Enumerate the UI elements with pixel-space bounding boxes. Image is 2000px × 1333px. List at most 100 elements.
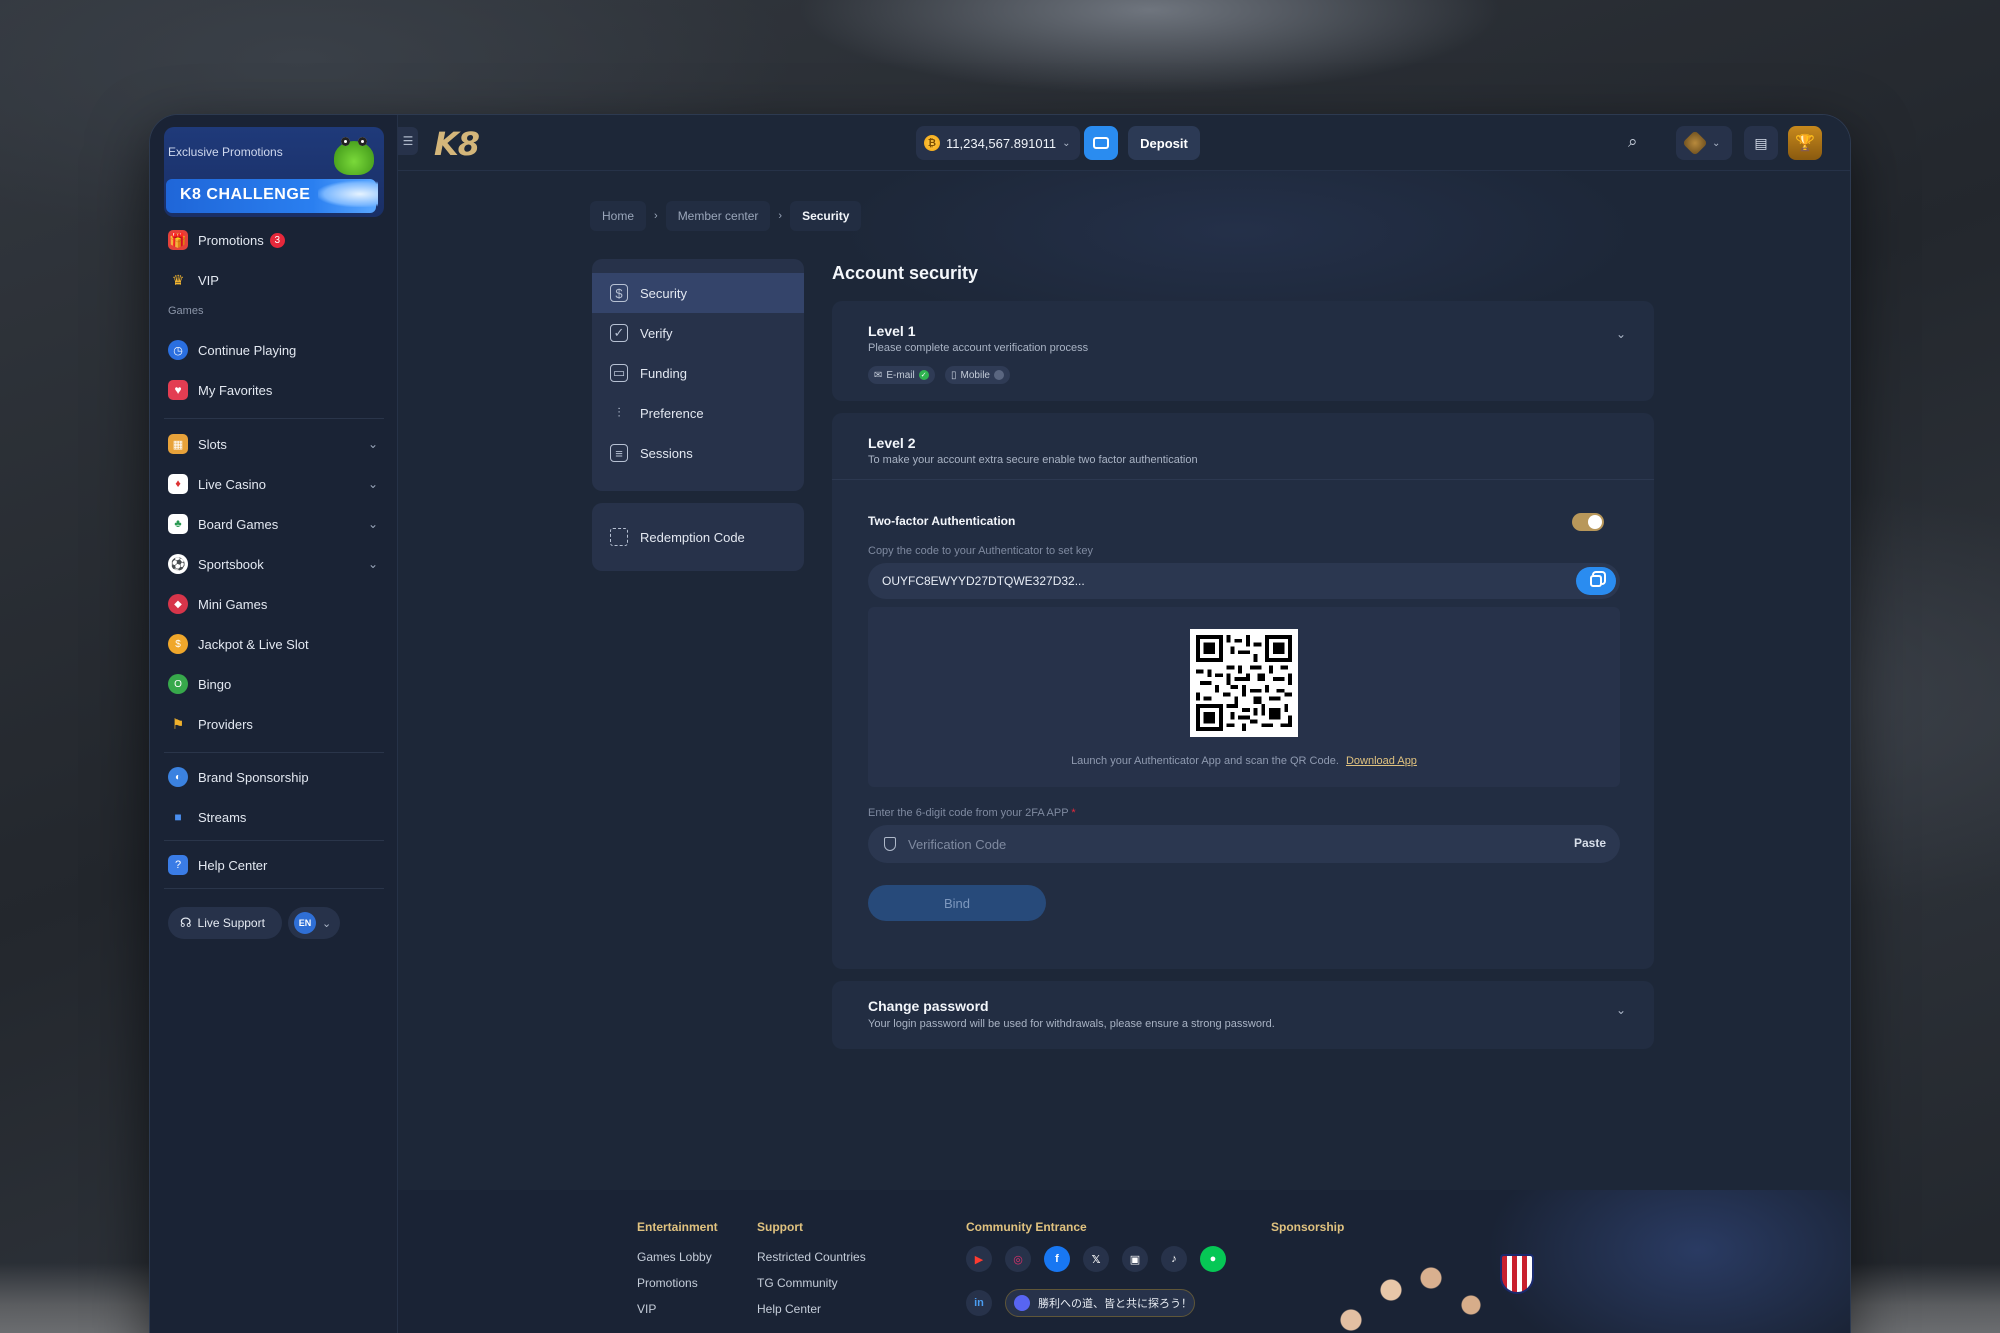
change-password-card[interactable]: Change password Your login password will… <box>832 981 1654 1049</box>
footer-entertainment-title: Entertainment <box>637 1220 718 1234</box>
menu-item-security[interactable]: $ Security <box>592 273 804 313</box>
discord-button[interactable]: 勝利への道、皆と共に探ろう！ <box>1005 1289 1195 1317</box>
sidebar-item-providers[interactable]: ⚑ Providers <box>164 707 384 741</box>
sidebar-item-my-favorites[interactable]: ♥ My Favorites <box>164 373 384 407</box>
chevron-down-icon: ⌄ <box>322 917 332 930</box>
menu-item-preference[interactable]: ⫶ Preference <box>592 393 804 433</box>
language-selector[interactable]: EN ⌄ <box>288 907 340 939</box>
facebook-icon[interactable]: f <box>1044 1246 1070 1272</box>
linkedin-icon[interactable]: in <box>966 1290 992 1316</box>
breadcrumb-member-center[interactable]: Member center <box>665 201 771 231</box>
sidebar-item-label: Jackpot & Live Slot <box>198 636 309 652</box>
secret-key-field[interactable]: OUYFC8EWYYD27DTQWE327D32... <box>868 563 1620 599</box>
menu-item-funding[interactable]: ▭ Funding <box>592 353 804 393</box>
camera-icon: ■ <box>174 810 182 824</box>
download-app-link[interactable]: Download App <box>1346 755 1417 767</box>
paste-button[interactable]: Paste <box>1574 836 1606 850</box>
level2-subtitle: To make your account extra secure enable… <box>868 454 1198 466</box>
shield-icon <box>884 837 896 851</box>
menu-item-label: Funding <box>640 365 687 381</box>
qr-code-image <box>1196 635 1292 731</box>
sidebar-item-label: Board Games <box>198 516 279 532</box>
wallet-button[interactable] <box>1084 126 1118 160</box>
logo[interactable]: K8 <box>434 125 480 163</box>
sidebar-item-label: VIP <box>198 272 219 288</box>
search-icon[interactable]: ⌕ <box>1628 132 1650 154</box>
collapse-sidebar-button[interactable]: ☰ <box>398 127 418 155</box>
level1-title: Level 1 <box>868 323 916 339</box>
verification-code-input[interactable]: Verification Code Paste <box>868 825 1620 863</box>
sidebar-item-label: Help Center <box>198 857 268 873</box>
footer-link-vip[interactable]: VIP <box>637 1302 656 1316</box>
mobile-tag: ▯ Mobile <box>945 366 1010 384</box>
youtube-icon[interactable]: ▶ <box>966 1246 992 1272</box>
chevron-down-icon[interactable]: ⌄ <box>1616 327 1626 341</box>
live-support-button[interactable]: ☊ Live Support <box>168 907 282 939</box>
balance-selector[interactable]: ₿ 11,234,567.891011 ⌄ <box>916 126 1080 160</box>
level1-card[interactable]: Level 1 Please complete account verifica… <box>832 301 1654 401</box>
footer-link-restricted-countries[interactable]: Restricted Countries <box>757 1250 866 1264</box>
twofa-label: Two-factor Authentication <box>868 514 1016 528</box>
chevron-down-icon[interactable]: ⌄ <box>368 517 378 531</box>
sidebar-item-streams[interactable]: ■ Streams <box>164 800 384 834</box>
app-window: Exclusive Promotions K8 CHALLENGE 🎁 Prom… <box>150 115 1850 1333</box>
chevron-down-icon[interactable]: ⌄ <box>1616 1003 1626 1017</box>
chevron-right-icon: › <box>654 210 658 222</box>
x-twitter-icon[interactable]: 𝕏 <box>1083 1246 1109 1272</box>
sidebar-item-continue-playing[interactable]: ◷ Continue Playing <box>164 333 384 367</box>
wallet-icon <box>1093 137 1109 149</box>
qr-caption-text: Launch your Authenticator App and scan t… <box>1071 755 1339 767</box>
board-games-icon: ♣ <box>168 514 188 534</box>
sidebar-item-label: Brand Sponsorship <box>198 769 309 785</box>
sidebar-item-bingo[interactable]: O Bingo <box>164 667 384 701</box>
cards-icon: ♦ <box>168 474 188 494</box>
shield-icon: $ <box>610 284 628 302</box>
sidebar-item-slots[interactable]: ▦ Slots ⌄ <box>164 427 384 461</box>
twofa-toggle[interactable] <box>1572 513 1604 531</box>
menu-item-verify[interactable]: ✓ Verify <box>592 313 804 353</box>
chevron-down-icon[interactable]: ⌄ <box>368 557 378 571</box>
sidebar-item-label: Promotions <box>198 232 264 248</box>
sidebar-item-brand-sponsorship[interactable]: ◐ Brand Sponsorship <box>164 760 384 794</box>
sidebar-item-board-games[interactable]: ♣ Board Games ⌄ <box>164 507 384 541</box>
topbar: ☰ K8 ₿ 11,234,567.891011 ⌄ Deposit ⌕ ⌄ ▤… <box>398 115 1850 171</box>
footer-link-help-center[interactable]: Help Center <box>757 1302 821 1316</box>
footer-link-games-lobby[interactable]: Games Lobby <box>637 1250 712 1264</box>
menu-item-redemption-code[interactable]: Redemption Code <box>592 503 804 571</box>
bind-button[interactable]: Bind <box>868 885 1046 921</box>
promo-banner[interactable]: Exclusive Promotions K8 CHALLENGE <box>164 127 384 217</box>
footer-support-title: Support <box>757 1220 803 1234</box>
sidebar-item-label: Streams <box>198 809 247 825</box>
menu-item-label: Redemption Code <box>640 529 745 545</box>
line-icon[interactable]: ● <box>1200 1246 1226 1272</box>
deposit-button[interactable]: Deposit <box>1128 126 1200 160</box>
twitch-icon[interactable]: ▣ <box>1122 1246 1148 1272</box>
sidebar-item-help-center[interactable]: ? Help Center <box>164 848 384 882</box>
sidebar-item-live-casino[interactable]: ♦ Live Casino ⌄ <box>164 467 384 501</box>
level2-card: Level 2 To make your account extra secur… <box>832 413 1654 969</box>
breadcrumb-home[interactable]: Home <box>590 201 647 231</box>
sidebar-item-vip[interactable]: ♛ VIP <box>164 263 384 297</box>
tiktok-icon[interactable]: ♪ <box>1161 1246 1187 1272</box>
chevron-down-icon[interactable]: ⌄ <box>368 477 378 491</box>
change-password-subtitle: Your login password will be used for wit… <box>868 1018 1275 1030</box>
chevron-down-icon[interactable]: ⌄ <box>368 437 378 451</box>
sidebar-item-promotions[interactable]: 🎁 Promotions 3 <box>164 223 384 257</box>
menu-item-label: Verify <box>640 325 673 341</box>
profile-menu-button[interactable]: ⌄ <box>1676 126 1732 160</box>
menu-item-sessions[interactable]: ≡ Sessions <box>592 433 804 473</box>
sidebar-item-sportsbook[interactable]: ⚽ Sportsbook ⌄ <box>164 547 384 581</box>
chat-button[interactable]: ▤ <box>1744 126 1778 160</box>
footer-link-tg-community[interactable]: TG Community <box>757 1276 838 1290</box>
copy-button[interactable] <box>1576 567 1616 595</box>
sidebar-item-mini-games[interactable]: ◆ Mini Games <box>164 587 384 621</box>
instagram-icon[interactable]: ◎ <box>1005 1246 1031 1272</box>
discord-icon <box>1014 1295 1030 1311</box>
sidebar-item-jackpot[interactable]: $ Jackpot & Live Slot <box>164 627 384 661</box>
security-menu: $ Security ✓ Verify ▭ Funding ⫶ Preferen… <box>592 259 804 491</box>
trophy-button[interactable]: 🏆 <box>1788 126 1822 160</box>
required-marker: * <box>1071 807 1076 819</box>
page-title: Account security <box>832 263 979 283</box>
footer-link-promotions[interactable]: Promotions <box>637 1276 698 1290</box>
sidebar-item-label: My Favorites <box>198 382 273 398</box>
